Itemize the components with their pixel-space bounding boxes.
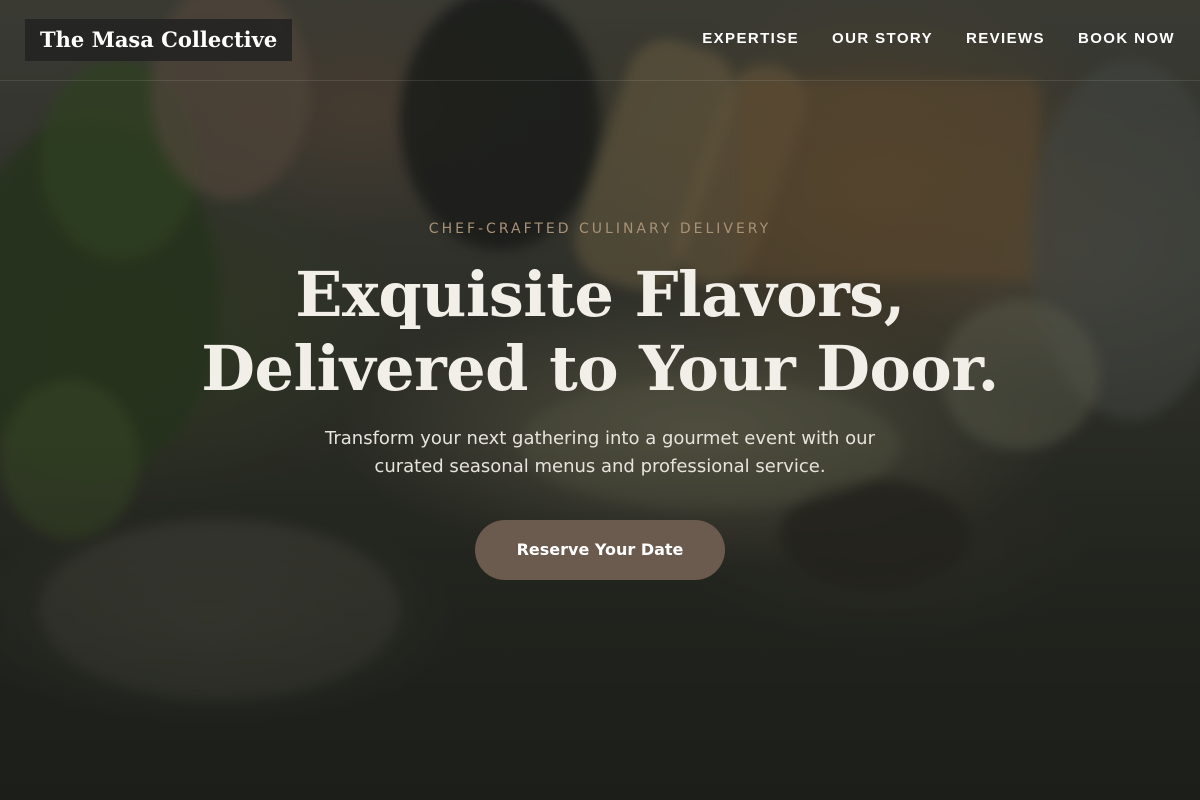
hero-subtext-line-1: Transform your next gathering into a gou… xyxy=(325,428,875,449)
reserve-date-button[interactable]: Reserve Your Date xyxy=(475,520,725,580)
hero-headline-line-2: Delivered to Your Door. xyxy=(201,332,999,405)
hero-headline-line-1: Exquisite Flavors, xyxy=(295,258,905,331)
hero-subtext: Transform your next gathering into a gou… xyxy=(0,425,1200,481)
hero-eyebrow: CHEF-CRAFTED CULINARY DELIVERY xyxy=(428,221,772,237)
hero-section: CHEF-CRAFTED CULINARY DELIVERY Exquisite… xyxy=(0,0,1200,800)
hero-headline: Exquisite Flavors, Delivered to Your Doo… xyxy=(0,258,1200,406)
hero-subtext-line-2: curated seasonal menus and professional … xyxy=(374,456,826,477)
